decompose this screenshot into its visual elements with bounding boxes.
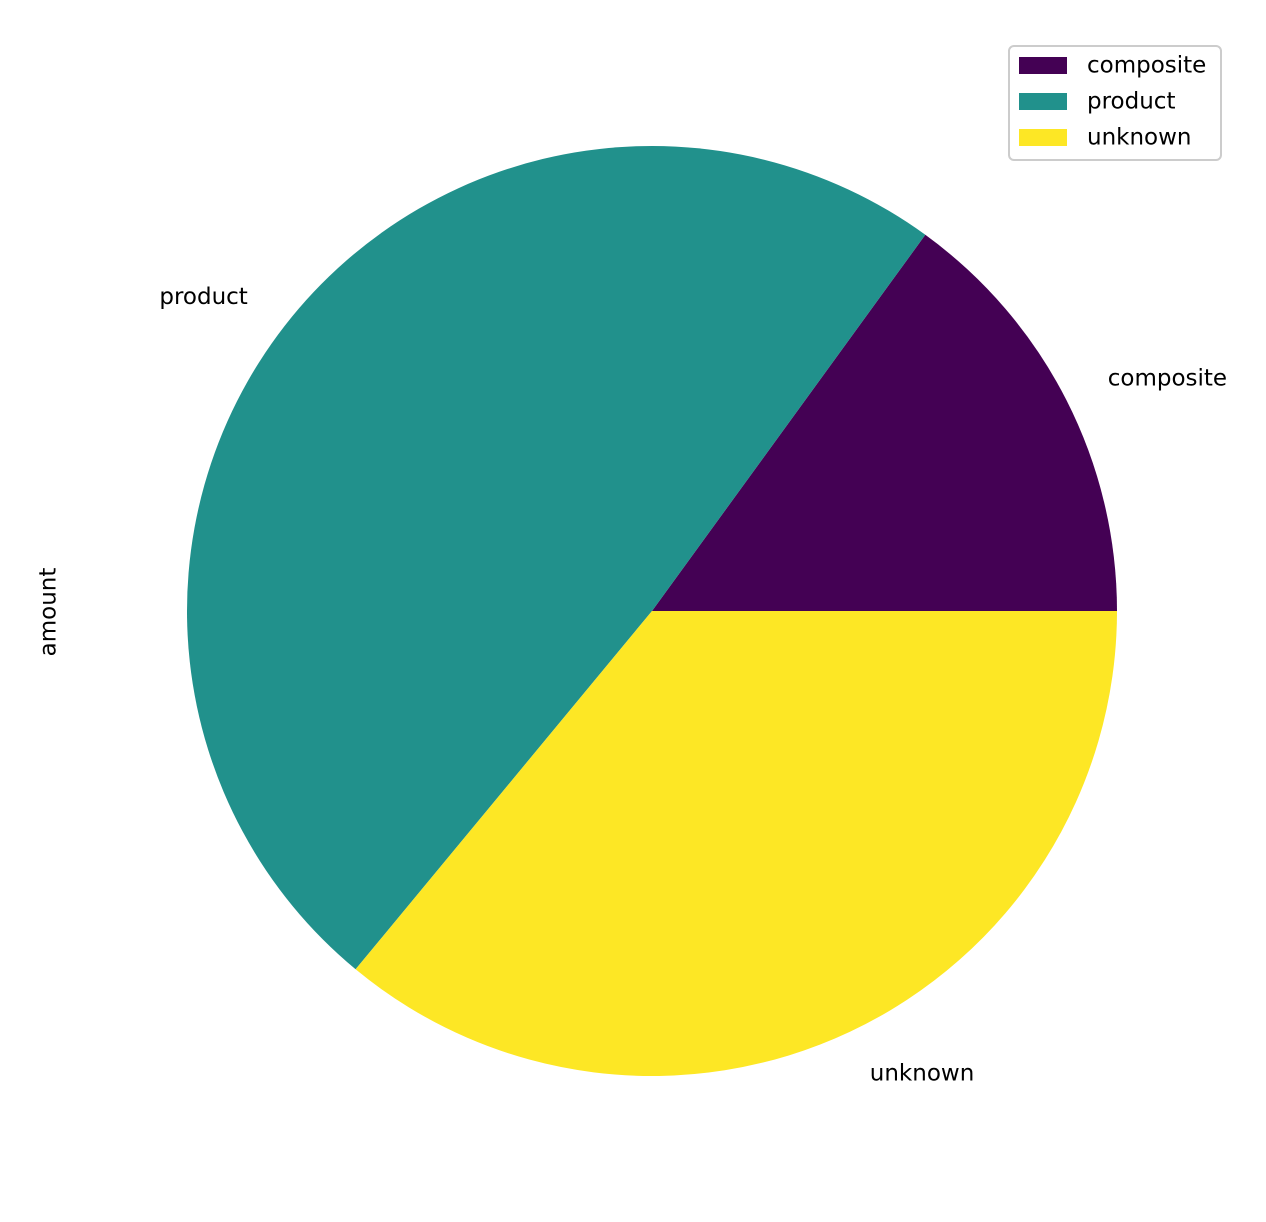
legend: composite product unknown bbox=[1008, 45, 1222, 161]
pie-chart: composite product unknown amount composite… bbox=[36, 45, 1227, 1086]
y-axis-label: amount bbox=[36, 568, 62, 657]
legend-swatch-unknown bbox=[1019, 129, 1067, 146]
legend-swatch-product bbox=[1019, 93, 1067, 110]
pie-slices bbox=[187, 146, 1117, 1077]
legend-swatch-composite bbox=[1019, 57, 1067, 74]
pie-slice-label-composite: composite bbox=[1108, 365, 1227, 391]
pie-slice-label-product: product bbox=[159, 284, 247, 310]
legend-label-product: product bbox=[1087, 89, 1175, 115]
legend-label-composite: composite bbox=[1087, 53, 1206, 79]
legend-label-unknown: unknown bbox=[1087, 125, 1192, 151]
pie-slice-label-unknown: unknown bbox=[870, 1060, 975, 1086]
